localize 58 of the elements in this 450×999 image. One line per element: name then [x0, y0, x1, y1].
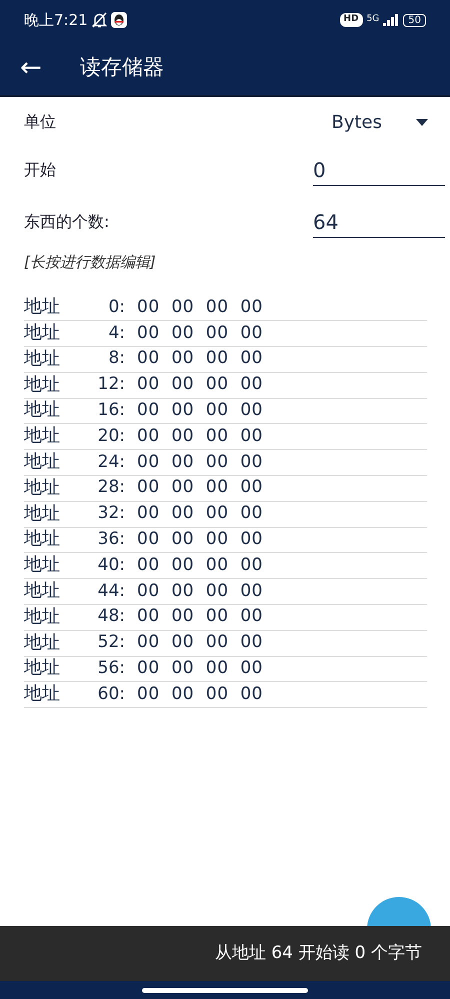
data-bytes: 00 00 00 00 [137, 398, 263, 422]
data-bytes: 00 00 00 00 [137, 373, 263, 396]
address-value: 4: [107, 322, 125, 345]
address-label: 地址 [24, 630, 61, 655]
address-value: 28: [96, 476, 125, 500]
address-label: 地址 [24, 346, 61, 371]
hd-badge: HD [340, 13, 363, 27]
address-value: 0: [107, 296, 125, 319]
start-label: 开始 [24, 159, 56, 181]
data-bytes: 00 00 00 00 [137, 580, 263, 603]
address-value: 44: [96, 580, 125, 603]
address-value: 52: [96, 631, 125, 654]
address-label: 地址 [24, 579, 61, 604]
address-value: 16: [96, 398, 125, 422]
data-bytes: 00 00 00 00 [137, 502, 263, 526]
hint-text: [长按进行数据编辑] [24, 252, 157, 273]
network-label: 5G [366, 13, 380, 26]
address-label: 地址 [24, 372, 61, 397]
address-value: 8: [107, 347, 125, 370]
address-value: 24: [96, 450, 125, 474]
address-label: 地址 [24, 321, 61, 346]
address-label: 地址 [24, 527, 61, 552]
data-bytes: 00 00 00 00 [137, 682, 263, 706]
address-label: 地址 [24, 604, 61, 629]
address-label: 地址 [24, 295, 61, 320]
data-bytes: 00 00 00 00 [137, 476, 263, 500]
address-value: 60: [96, 682, 125, 706]
address-value: 36: [96, 528, 125, 551]
address-label: 地址 [24, 656, 61, 680]
address-label: 地址 [24, 398, 61, 422]
address-label: 地址 [24, 476, 61, 500]
count-label: 东西的个数: [24, 211, 110, 233]
address-value: 56: [96, 656, 125, 680]
data-bytes: 00 00 00 00 [137, 656, 263, 680]
data-bytes: 00 00 00 00 [137, 347, 263, 370]
data-bytes: 00 00 00 00 [137, 631, 263, 654]
unit-label: 单位 [24, 111, 56, 133]
address-value: 20: [96, 424, 125, 448]
data-bytes: 00 00 00 00 [137, 554, 263, 577]
battery-indicator: 50 [403, 14, 426, 26]
status-time: 晚上7:21 [24, 10, 88, 31]
data-bytes: 00 00 00 00 [137, 450, 263, 474]
address-value: 48: [96, 605, 125, 628]
address-label: 地址 [24, 553, 61, 578]
address-label: 地址 [24, 424, 61, 448]
data-bytes: 00 00 00 00 [137, 322, 263, 345]
address-label: 地址 [24, 450, 61, 474]
data-bytes: 00 00 00 00 [137, 424, 263, 448]
snackbar-message: 从地址 64 开始读 0 个字节 [214, 942, 422, 965]
address-value: 40: [96, 554, 125, 577]
data-bytes: 00 00 00 00 [137, 296, 263, 319]
data-bytes: 00 00 00 00 [137, 528, 263, 551]
data-bytes: 00 00 00 00 [137, 605, 263, 628]
address-value: 12: [96, 373, 125, 396]
address-label: 地址 [24, 502, 61, 526]
page-title: 读存储器 [80, 54, 164, 81]
address-label: 地址 [24, 682, 61, 706]
address-value: 32: [96, 502, 125, 526]
